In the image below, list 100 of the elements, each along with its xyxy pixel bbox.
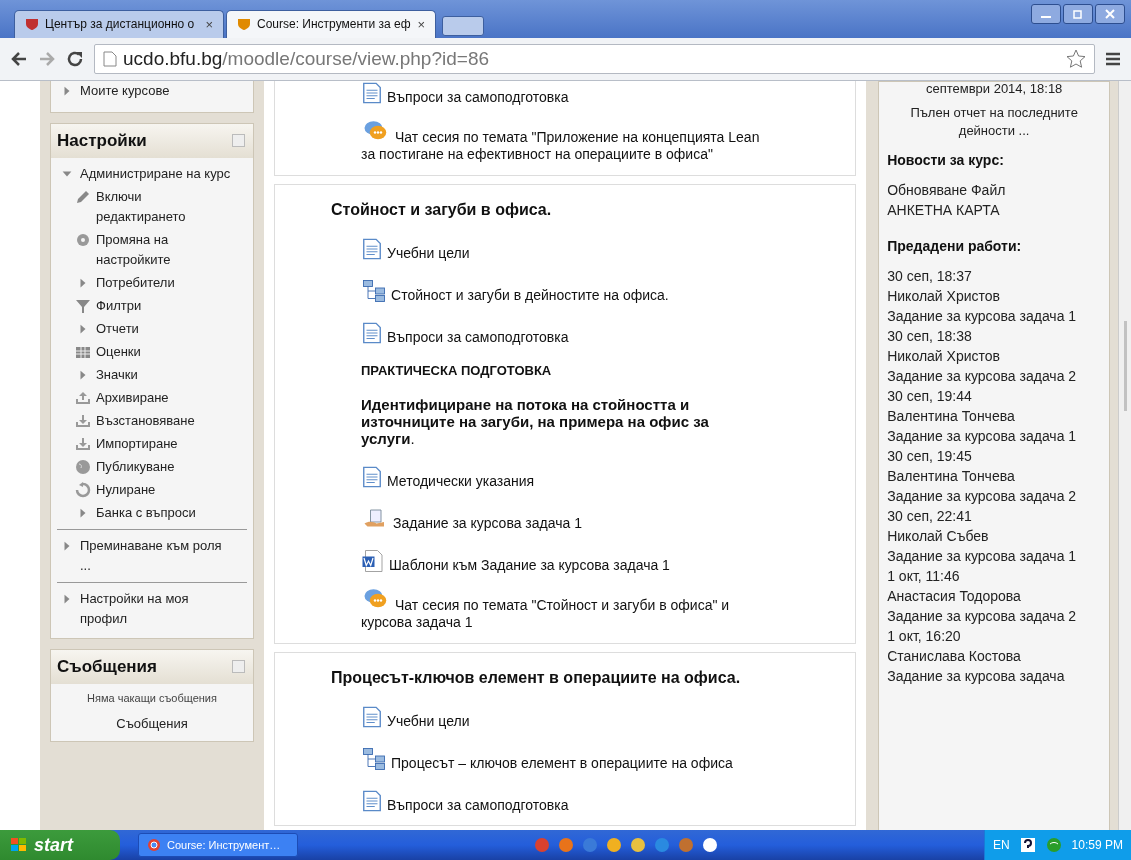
settings-link[interactable]: Оценки [96,341,141,362]
submission-name: Станислава Костова [887,646,1022,666]
activity-link[interactable]: Въпроси за самоподготовка [387,328,569,345]
settings-link[interactable]: Филтри [96,295,142,316]
hierarchy-icon [361,746,387,771]
close-tab-button[interactable]: × [205,16,213,32]
submission-date: 30 сеп, 19:44 [887,386,973,406]
star-icon[interactable] [1066,48,1086,69]
news-text: Обновяване Файл АНКЕТНА КАРТА [887,180,1007,220]
close-tab-button[interactable]: × [417,16,425,32]
pencil-icon [75,188,91,205]
activity-link[interactable]: Чат сесия по темата "Стойност и загуби в офиса" и курсова задача 1 [361,596,771,631]
start-button[interactable]: start [0,830,120,860]
minimize-button[interactable] [1031,4,1061,24]
activity-link[interactable]: Задание за курсова задача 1 [393,514,582,531]
quick-launch-icon[interactable] [629,837,646,853]
block-title: Настройки [57,130,147,151]
collapse-arrow-icon [62,593,72,604]
collapse-arrow-icon [62,85,72,96]
page-icon [361,464,383,489]
activity-link[interactable]: Въпроси за самоподготовка [387,796,569,813]
section-title: Процесът-ключов елемент в операциите на офиса. [331,668,742,687]
globe-icon [75,458,91,475]
activity-link[interactable]: Чат сесия по темата "Приложение на концепцията Lean за постигане на ефективност на операциите в офиса" [361,128,771,163]
close-icon [1105,9,1115,19]
settings-link[interactable]: Архивиране [96,387,169,408]
settings-link[interactable]: Настройки на моя профил [80,588,230,629]
activity-link[interactable]: Стойност и загуби в дейностите на офиса. [391,286,669,303]
settings-link[interactable]: Възстановяване [96,410,195,431]
submission-link[interactable]: Задание за курсова задача 2 [887,365,1078,386]
submission-date: 1 окт, 16:20 [887,626,962,646]
submission-date: 30 сеп, 18:38 [887,326,973,346]
collapse-arrow-icon [78,277,88,288]
back-icon[interactable] [10,49,28,68]
hierarchy-icon [361,278,387,303]
activity-link[interactable]: Учебни цели [387,712,470,729]
section-label: ПРАКТИЧЕСКА ПОДГОТОВКА [361,362,553,378]
site-icon [237,17,251,32]
submission-link[interactable]: Задание за курсова задача 1 [887,305,1078,326]
document-icon [361,548,385,573]
messages-link[interactable]: Съобщения [51,711,253,741]
settings-link[interactable]: Преминаване към роля ... [80,535,230,576]
settings-link[interactable]: Значки [96,364,138,385]
page-icon [361,704,383,729]
submission-link[interactable]: Задание за курсова задача 1 [887,425,1078,446]
news-heading: Новости за курс: [887,151,1005,168]
settings-link[interactable]: Включи редактирането [96,186,221,227]
close-button[interactable] [1095,4,1125,24]
filter-icon [75,297,91,314]
address-field[interactable]: ucdo.bfu.bg/moodle/course/view.php?id=86 [94,43,1095,74]
restore-button[interactable] [1063,4,1093,24]
block-title: Съобщения [57,656,157,677]
submission-name: Николай Христов [887,286,1001,306]
settings-link[interactable]: Нулиране [96,479,156,500]
settings-link[interactable]: Отчети [96,318,139,339]
collapse-arrow-icon [78,369,88,380]
activity-link[interactable]: Процесът – ключов елемент в операциите на офиса [391,754,733,771]
section-heading: Идентифициране на потока на стойността и източниците на загуби, на примера на офис за услуги. [361,395,710,447]
settings-link[interactable]: Импортиране [96,433,178,454]
activity-link[interactable]: Шаблони към Задание за курсова задача 1 [389,556,670,573]
reset-icon [75,481,91,498]
submission-link[interactable]: Задание за курсова задача 2 [887,485,1078,506]
settings-link[interactable]: Администриране на курс [80,163,231,184]
activity-link[interactable]: Въпроси за самоподготовка [387,88,569,105]
taskbar-window-button[interactable]: Course: Инструмент… [138,833,298,857]
browser-tab[interactable]: Course: Инструменти за еф × [226,9,436,38]
activity-link[interactable]: Методически указания [387,472,535,489]
restore-icon [1073,9,1083,19]
quick-launch-icon[interactable] [605,837,622,853]
activity-link[interactable]: Учебни цели [387,244,470,261]
browser-tab[interactable]: Център за дистанционно о × [14,9,224,38]
network-icon[interactable] [1045,837,1062,853]
page-icon [361,788,383,813]
settings-link[interactable]: Банка с въпроси [96,502,196,523]
full-report-link[interactable]: Пълен отчет на последните дейности ... [887,103,1102,140]
menu-icon[interactable] [1105,50,1121,67]
activity-since: септември 2014, 18:18 [924,80,1064,98]
submission-date: 30 сеп, 19:45 [887,446,973,466]
settings-link[interactable]: Потребители [96,272,175,293]
submission-name: Валентина Тончева [887,466,1016,486]
clock: 10:59 PM [1071,838,1123,852]
submission-link[interactable]: Задание за курсова задача [887,665,1078,686]
forward-icon[interactable] [38,49,56,68]
submission-date: 30 сеп, 18:37 [887,266,973,286]
upload-icon [75,389,91,406]
page-icon [361,236,383,261]
submission-date: 30 сеп, 22:41 [887,506,973,526]
help-icon[interactable] [1019,837,1036,853]
quick-launch-icon[interactable] [701,837,718,853]
new-tab-button[interactable] [442,15,484,36]
download-icon [75,435,91,452]
reload-icon[interactable] [66,49,84,68]
site-icon [25,17,39,32]
settings-link[interactable]: Промяна на настройките [96,229,221,270]
submission-name: Николай Христов [887,346,1001,366]
settings-link[interactable]: Публикуване [96,456,175,477]
scrollbar[interactable] [1118,80,1131,830]
submission-link[interactable]: Задание за курсова задача 1 [887,545,1078,566]
section-title: Стойност и загуби в офиса. [331,200,553,219]
submission-link[interactable]: Задание за курсова задача 2 [887,605,1078,626]
